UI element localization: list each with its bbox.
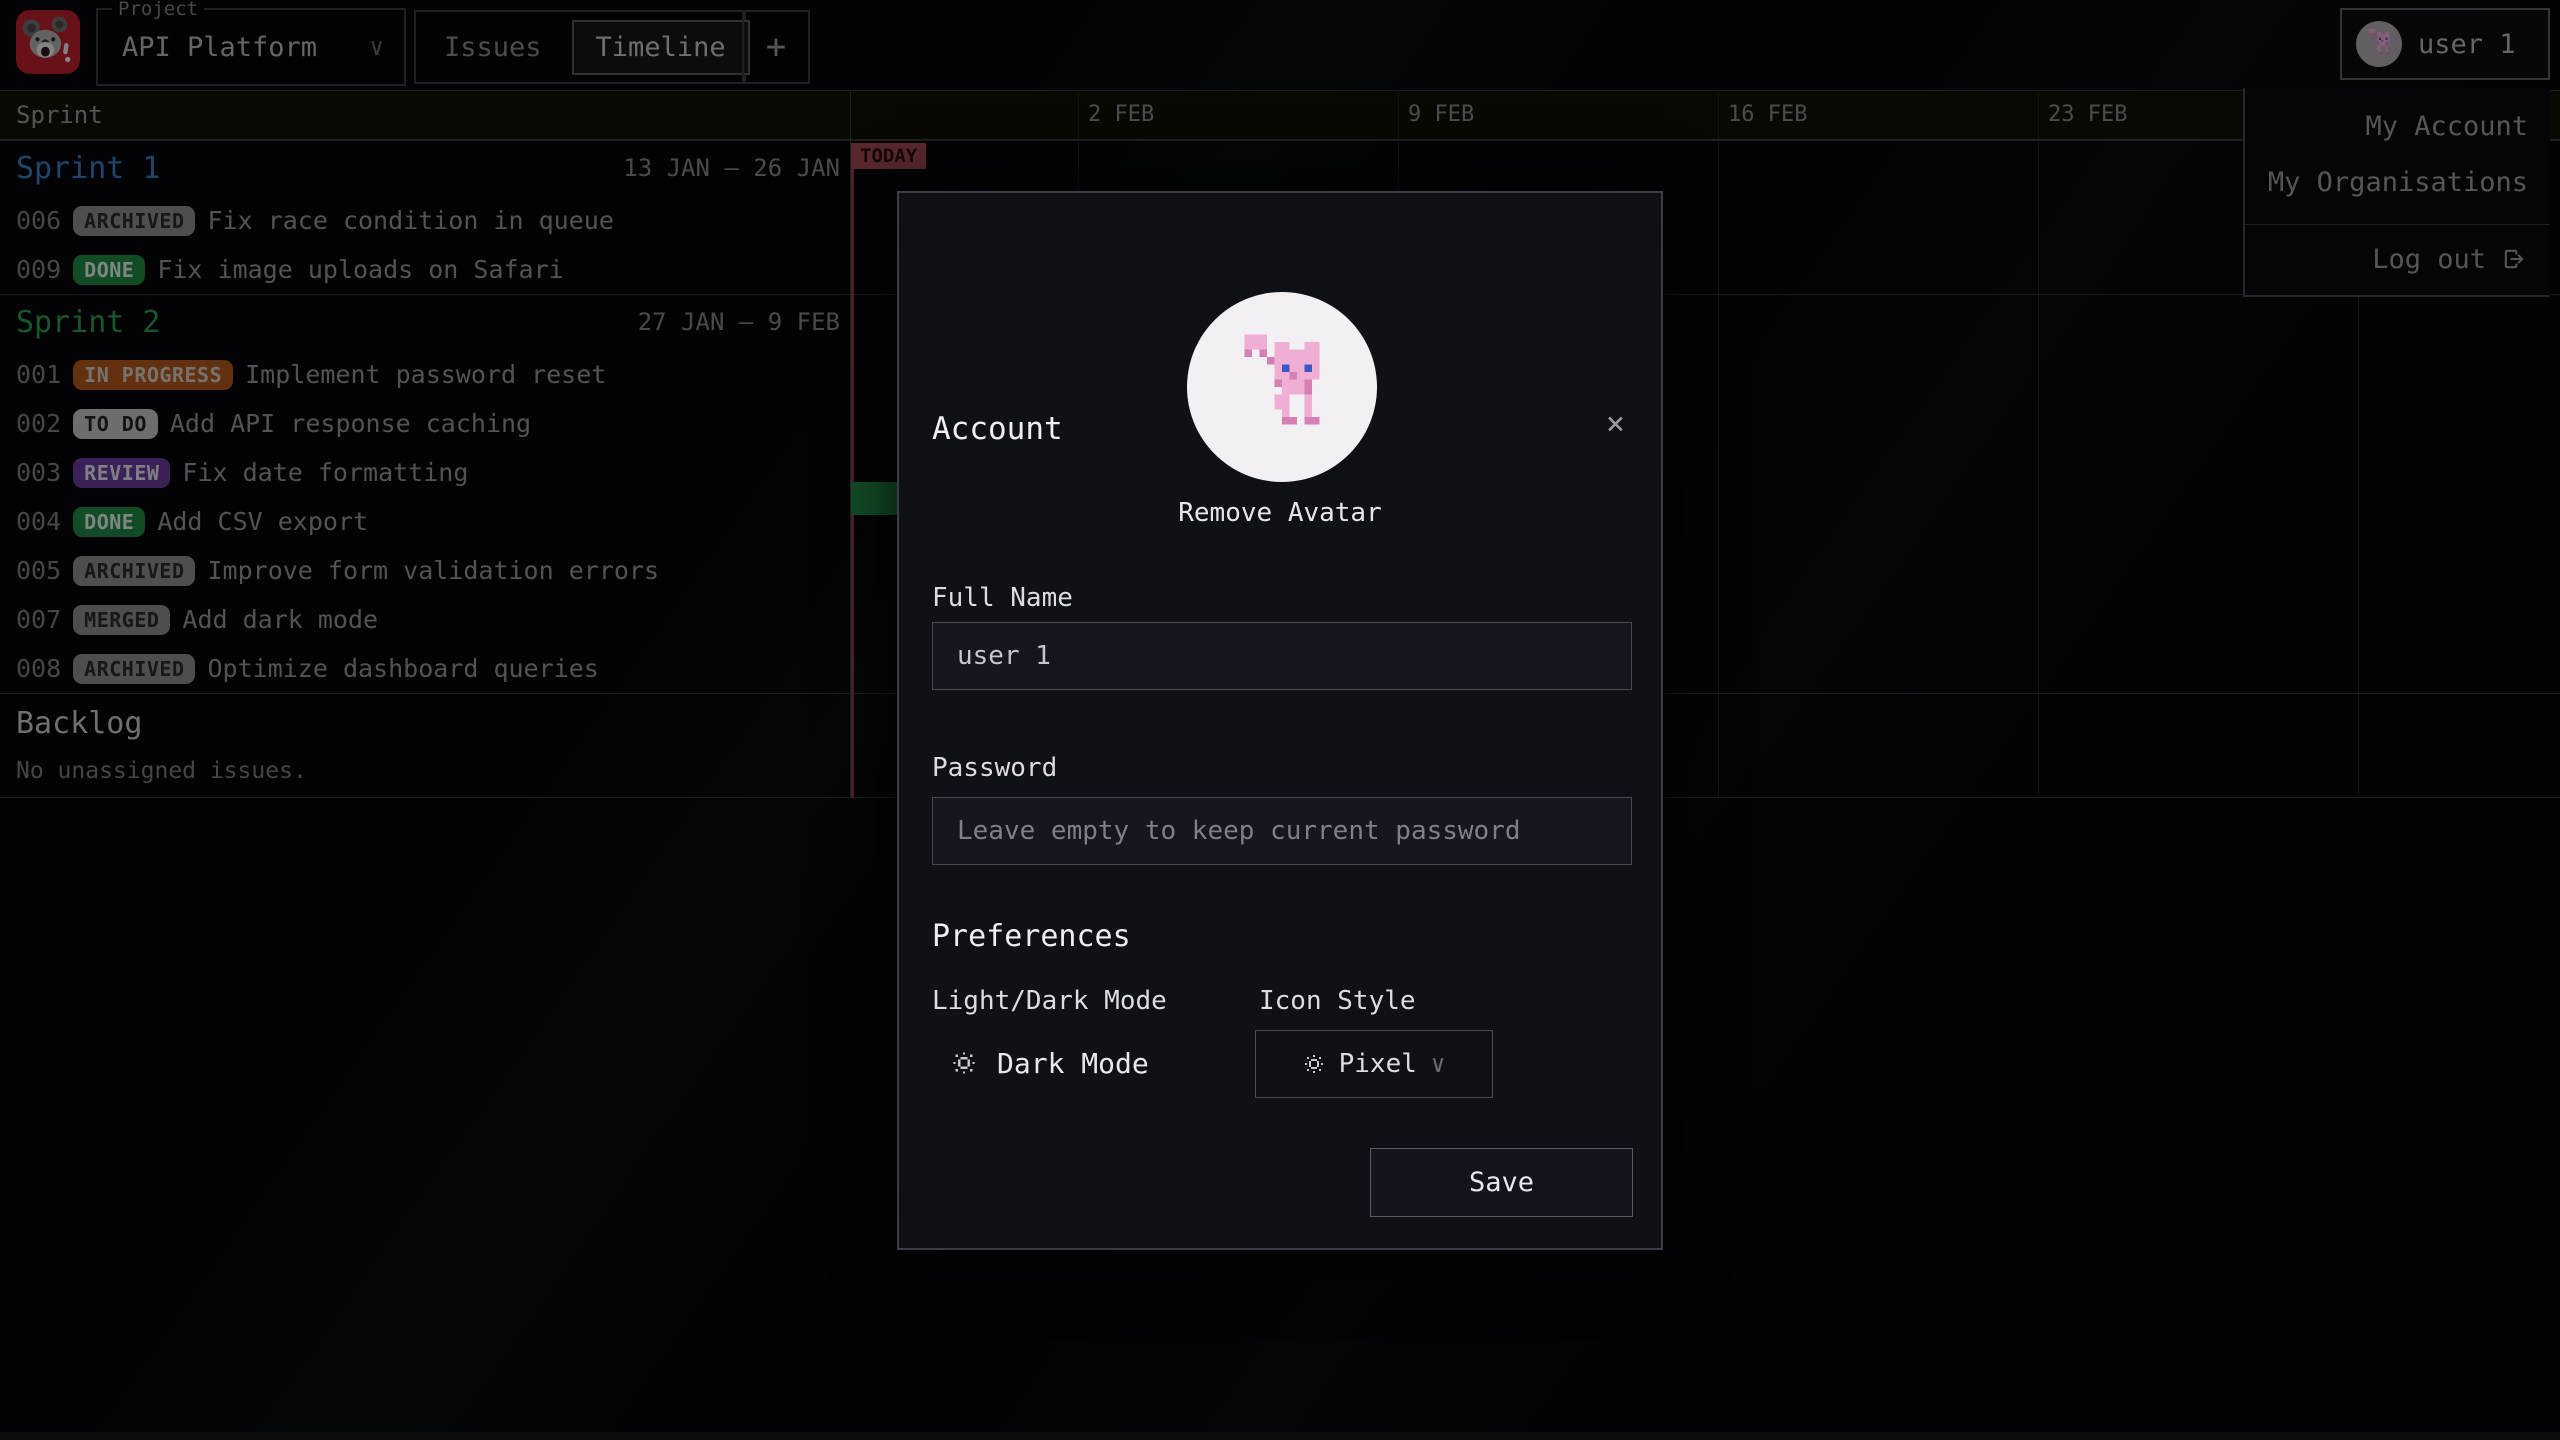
theme-toggle-button[interactable]: Dark Mode xyxy=(935,1038,1165,1088)
password-label: Password xyxy=(932,753,1057,783)
account-modal: Account × Remove Avatar Full Name Passwo… xyxy=(897,191,1663,1250)
theme-label: Light/Dark Mode xyxy=(932,986,1167,1016)
modal-title: Account xyxy=(932,411,1063,447)
icon-style-label: Icon Style xyxy=(1259,986,1416,1016)
save-button[interactable]: Save xyxy=(1370,1148,1633,1217)
theme-value: Dark Mode xyxy=(997,1047,1149,1080)
close-icon[interactable]: × xyxy=(1606,407,1625,439)
chevron-down-icon: ∨ xyxy=(1431,1050,1445,1078)
sun-icon xyxy=(1303,1053,1325,1075)
icon-style-select[interactable]: Pixel ∨ xyxy=(1255,1030,1493,1098)
remove-avatar-button[interactable]: Remove Avatar xyxy=(899,498,1661,528)
password-input[interactable] xyxy=(932,797,1632,865)
app-window: Project API Platform ∨ IssuesTimeline + xyxy=(0,0,2560,1440)
full-name-label: Full Name xyxy=(932,583,1073,613)
preferences-heading: Preferences xyxy=(932,919,1131,954)
icon-style-value: Pixel xyxy=(1339,1049,1417,1079)
full-name-input[interactable] xyxy=(932,622,1632,690)
sun-icon xyxy=(951,1050,977,1076)
mew-avatar-icon xyxy=(1222,327,1342,447)
avatar-preview xyxy=(1187,292,1377,482)
